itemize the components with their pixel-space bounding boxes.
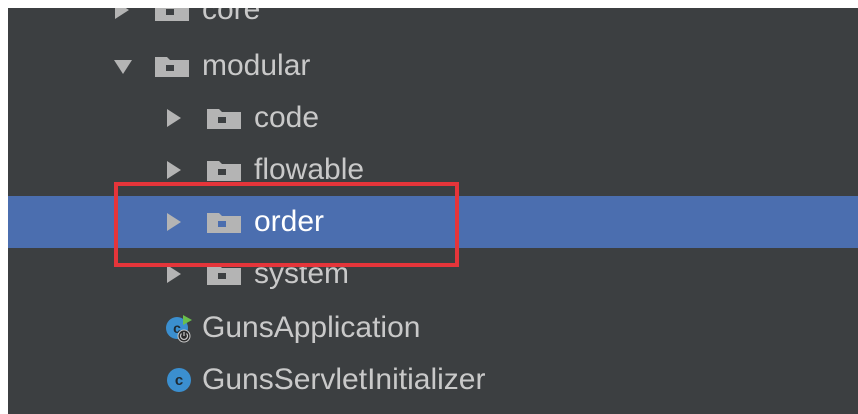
folder-icon — [155, 57, 189, 77]
expand-arrow-icon[interactable] — [164, 107, 186, 129]
tree-item-modular[interactable]: modular — [8, 40, 858, 92]
tree-item-label: modular — [202, 49, 311, 82]
expand-arrow-icon[interactable] — [112, 8, 134, 21]
spring-boot-class-icon: c — [166, 315, 192, 343]
folder-icon — [155, 8, 189, 21]
tree-item-label: GunsServletInitializer — [202, 363, 486, 396]
svg-text:c: c — [175, 372, 183, 389]
tree-item-label: core — [202, 8, 261, 26]
expand-arrow-icon[interactable] — [164, 159, 186, 181]
folder-icon — [207, 213, 241, 233]
project-tree-panel: core modular code flowable order system … — [8, 8, 858, 414]
tree-item-order[interactable]: order — [8, 196, 858, 248]
tree-item-flowable[interactable]: flowable — [8, 144, 858, 196]
tree-item-guns-application[interactable]: c GunsApplication — [8, 302, 858, 354]
tree-item-label: code — [254, 101, 320, 134]
tree-item-label: order — [254, 205, 325, 238]
folder-icon — [207, 109, 241, 129]
expand-arrow-icon[interactable] — [164, 263, 186, 285]
tree-item-label: GunsApplication — [202, 311, 421, 344]
folder-icon — [207, 161, 241, 181]
folder-icon — [207, 265, 241, 285]
tree-item-code[interactable]: code — [8, 92, 858, 144]
java-class-icon: c — [167, 368, 191, 392]
tree-item-core[interactable]: core — [8, 8, 858, 36]
collapse-arrow-icon[interactable] — [112, 55, 134, 77]
expand-arrow-icon[interactable] — [164, 211, 186, 233]
tree-item-system[interactable]: system — [8, 248, 858, 300]
tree-item-label: system — [254, 257, 350, 290]
tree-item-label: flowable — [254, 153, 365, 186]
tree-item-guns-servlet-initializer[interactable]: c GunsServletInitializer — [8, 354, 858, 406]
